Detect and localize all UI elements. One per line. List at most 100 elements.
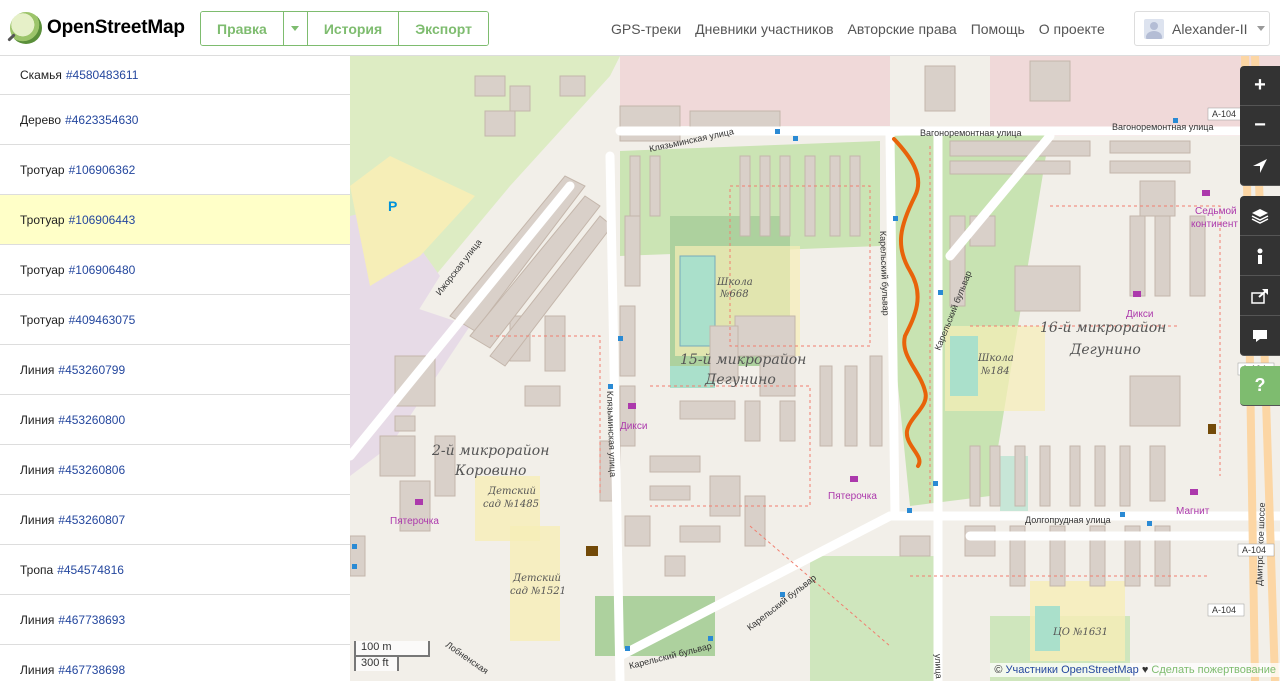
map-label-school: Школа	[977, 353, 1014, 364]
list-item[interactable]: Тротуар #106906480	[0, 245, 350, 295]
map-shop-label: Седьмой	[1195, 206, 1237, 217]
feature-type: Линия	[20, 362, 55, 377]
map-label-district: Дегунино	[1069, 342, 1141, 358]
donate-link[interactable]: Сделать пожертвование	[1151, 664, 1276, 676]
feature-link[interactable]: #106906362	[69, 163, 136, 177]
feature-link[interactable]: #453260806	[58, 463, 125, 477]
parking-icon: P	[388, 198, 397, 214]
list-item[interactable]: Линия #467738693	[0, 595, 350, 645]
avatar	[1144, 18, 1164, 39]
feature-link[interactable]: #454574816	[57, 563, 124, 577]
list-item[interactable]: Линия #453260800	[0, 395, 350, 445]
poi-icon	[1208, 424, 1216, 434]
list-item[interactable]: Линия #453260799	[0, 345, 350, 395]
edit-button-group: Правка История Экспорт	[200, 11, 490, 46]
nav-copyright[interactable]: Авторские права	[848, 21, 957, 37]
edit-dropdown-button[interactable]	[283, 12, 308, 45]
feature-type: Линия	[20, 412, 55, 427]
share-button[interactable]	[1240, 276, 1280, 316]
map-key-button[interactable]	[1240, 236, 1280, 276]
map-shop-label: Дикси	[620, 421, 647, 432]
feature-link[interactable]: #467738698	[58, 663, 125, 677]
logo-text: OpenStreetMap	[47, 17, 185, 38]
map-label-district: Дегунино	[704, 372, 776, 388]
list-item[interactable]: Линия #453260806	[0, 445, 350, 495]
feature-type: Дерево	[20, 112, 62, 127]
townhall-icon	[586, 546, 598, 556]
nav-help[interactable]: Помощь	[971, 21, 1025, 37]
road-ref-shield: А-104	[1237, 543, 1275, 557]
map-label-school: №668	[719, 289, 749, 300]
zoom-out-button[interactable]: −	[1240, 106, 1280, 146]
map-label-kindergarten: сад №1485	[483, 499, 539, 510]
chevron-down-icon	[1257, 26, 1266, 31]
feature-type: Скамья	[20, 68, 62, 82]
list-item-selected[interactable]: Тротуар #106906443	[0, 195, 350, 245]
username: Alexander-II	[1172, 20, 1248, 37]
feature-type: Линия	[20, 612, 55, 627]
list-item[interactable]: Линия #453260807	[0, 495, 350, 545]
chevron-down-icon	[291, 26, 300, 31]
map-shop-label: Пятерочка	[828, 491, 877, 502]
help-button[interactable]: ?	[1240, 366, 1280, 406]
osm-contributors-link[interactable]: Участники OpenStreetMap	[1005, 664, 1138, 676]
edit-button[interactable]: Правка	[201, 12, 284, 45]
map-controls: + − ?	[1240, 66, 1280, 406]
feature-link[interactable]: #106906443	[69, 213, 136, 227]
feature-link[interactable]: #453260799	[58, 363, 125, 377]
map-shop-label: Пятерочка	[390, 516, 439, 527]
map-label-kindergarten: сад №1521	[510, 586, 566, 597]
feature-type: Линия	[20, 512, 55, 527]
nav-about[interactable]: О проекте	[1039, 21, 1105, 37]
list-item[interactable]: Линия #467738698	[0, 645, 350, 681]
feature-link[interactable]: #4580483611	[66, 68, 139, 82]
comment-icon	[1253, 329, 1267, 342]
map-label-district: 16-й микрорайон	[1040, 320, 1166, 336]
map-label-district: 15-й микрорайон	[680, 352, 806, 368]
map-label-kindergarten: Детский	[512, 573, 561, 584]
feature-type: Тротуар	[20, 212, 65, 227]
map-label-school: ЦО №1631	[1053, 627, 1108, 638]
logo-icon	[10, 12, 42, 44]
feature-type: Тропа	[20, 562, 54, 577]
feature-type: Линия	[20, 462, 55, 477]
map-label-district: Коровино	[454, 463, 526, 479]
layers-button[interactable]	[1240, 196, 1280, 236]
top-nav: GPS-треки Дневники участников Авторские …	[611, 21, 1105, 37]
svg-text:А-104: А-104	[1212, 605, 1236, 615]
list-item[interactable]: Тротуар #106906362	[0, 145, 350, 195]
feature-link[interactable]: #106906480	[69, 263, 136, 277]
user-menu-button[interactable]: Alexander-II	[1134, 11, 1270, 46]
sidebar-feature-list: Скамья #4580483611 Дерево #4623354630 Тр…	[0, 56, 350, 681]
heart-icon: ♥	[1141, 664, 1149, 676]
list-item[interactable]: Скамья #4580483611	[0, 56, 350, 95]
feature-link[interactable]: #409463075	[69, 313, 136, 327]
map-street-label: улица	[933, 654, 944, 679]
feature-link[interactable]: #4623354630	[65, 113, 138, 127]
feature-type: Линия	[20, 662, 55, 677]
list-item[interactable]: Тротуар #409463075	[0, 295, 350, 345]
map-label-school: №184	[980, 366, 1010, 377]
map-street-label: Вагоноремонтная улица	[920, 128, 1021, 138]
feature-link[interactable]: #453260800	[58, 413, 125, 427]
feature-type: Тротуар	[20, 312, 65, 327]
history-button[interactable]: История	[307, 12, 400, 45]
geolocate-button[interactable]	[1240, 146, 1280, 186]
share-icon	[1251, 288, 1268, 304]
feature-type: Тротуар	[20, 162, 65, 177]
copyright-symbol: ©	[994, 664, 1003, 676]
logo[interactable]: OpenStreetMap	[10, 12, 185, 44]
list-item[interactable]: Тропа #454574816	[0, 545, 350, 595]
list-item[interactable]: Дерево #4623354630	[0, 95, 350, 145]
export-button[interactable]: Экспорт	[399, 12, 489, 45]
map-scale: 100 m 300 ft	[354, 641, 430, 671]
map-street-label: Вагоноремонтная улица	[1112, 122, 1213, 132]
nav-user-diaries[interactable]: Дневники участников	[695, 21, 833, 37]
feature-link[interactable]: #467738693	[58, 613, 125, 627]
add-note-button[interactable]	[1240, 316, 1280, 356]
map-canvas[interactable]: 15-й микрорайон Дегунино 16-й микрорайон…	[350, 56, 1280, 681]
zoom-in-button[interactable]: +	[1240, 66, 1280, 106]
nav-gps-traces[interactable]: GPS-треки	[611, 21, 681, 37]
map-label-kindergarten: Детский	[487, 486, 536, 497]
feature-link[interactable]: #453260807	[58, 513, 125, 527]
